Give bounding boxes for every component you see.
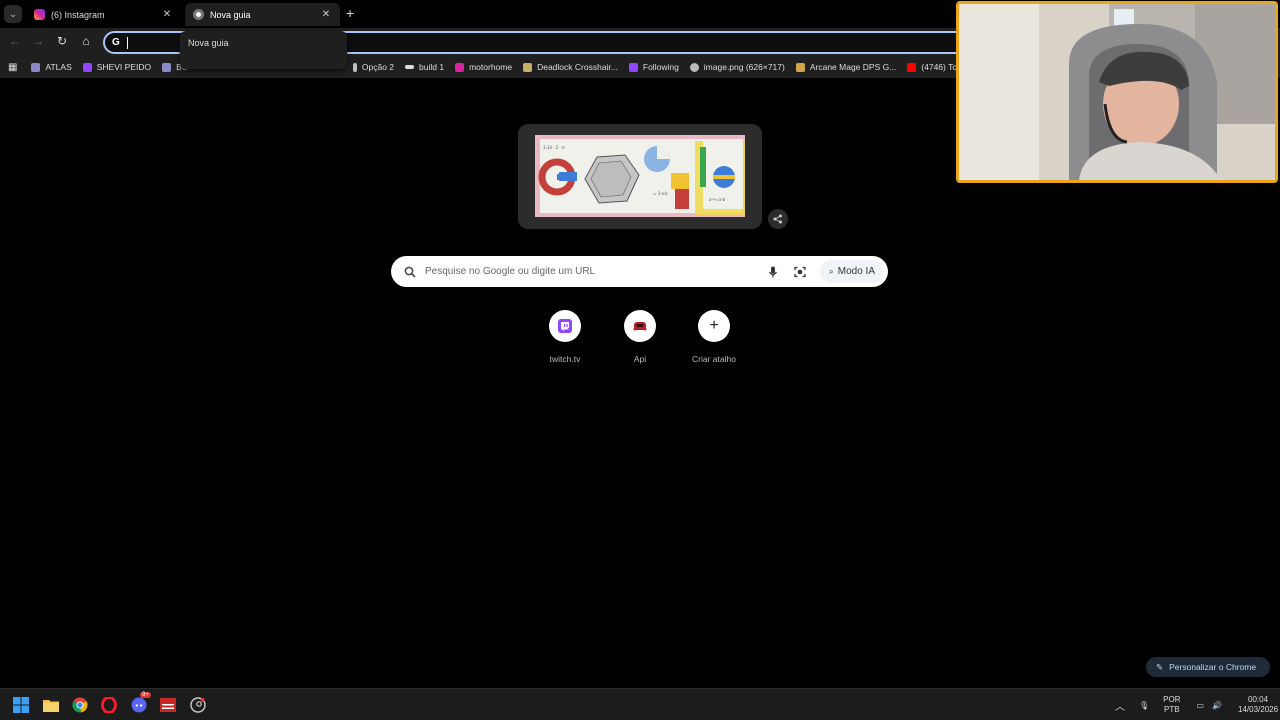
home-icon[interactable]: ⌂ (78, 34, 94, 48)
instagram-icon (34, 9, 45, 20)
api-icon (633, 322, 647, 331)
bookmark-opcao-2[interactable]: Opção 2 (352, 62, 394, 72)
search-input[interactable]: Pesquise no Google ou digite um URL (425, 266, 766, 277)
shortcut-label: twitch.tv (549, 354, 581, 364)
chevron-up-icon[interactable]: ︿ (1115, 698, 1125, 713)
wow-icon (795, 62, 805, 72)
discord-icon[interactable]: 9+ (130, 692, 151, 714)
bookmark-build-1[interactable]: build 1 (405, 62, 444, 72)
steam-icon[interactable] (189, 696, 207, 714)
twitch-icon (558, 319, 572, 333)
notes-app-icon[interactable] (159, 696, 177, 714)
shield-icon (162, 62, 172, 72)
search-icon (404, 266, 416, 278)
bookmark-shevi-peido[interactable]: SHEVI PEIDO (82, 62, 151, 72)
back-icon[interactable]: ← (7, 34, 23, 48)
text-caret (126, 36, 128, 49)
svg-text:= 3·a·b: = 3·a·b (653, 191, 668, 196)
twitch-icon (82, 62, 92, 72)
shortcut-api[interactable]: Api (610, 310, 670, 364)
forward-icon[interactable]: → (30, 34, 46, 48)
tab-instagram[interactable]: (6) Instagram ✕ (26, 3, 181, 26)
shortcut-label: Api (633, 354, 647, 364)
clock[interactable]: 00:04 14/03/2026 (1238, 695, 1278, 715)
volume-icon[interactable]: 🔊 (1212, 701, 1222, 710)
webcam-feed-image (959, 4, 1275, 180)
opera-gx-icon[interactable] (100, 696, 118, 714)
bookmark-motorhome[interactable]: motorhome (455, 62, 512, 72)
customize-chrome-button[interactable]: ✎ Personalizar o Chrome (1146, 657, 1270, 677)
car-icon (405, 65, 415, 69)
bookmark-arcane-mage[interactable]: Arcane Mage DPS G... (795, 62, 896, 72)
tab-nova-guia[interactable]: Nova guia ✕ (185, 3, 340, 26)
microphone-icon[interactable]: 🎙 (1139, 701, 1149, 710)
twitch-icon (628, 62, 638, 72)
google-lens-icon[interactable] (793, 265, 807, 279)
bookmark-atlas[interactable]: ATLAS (31, 62, 72, 72)
close-icon[interactable]: ✕ (161, 9, 173, 20)
ai-mode-button[interactable]: ⌕ Modo IA (819, 260, 884, 283)
taskbar: 9+ ︿ 🎙 POR PTB ▭ 🔊 00:04 14/03/2026 (0, 688, 1280, 720)
warframe-icon (352, 62, 357, 72)
chrome-taskbar-icon[interactable] (71, 696, 89, 714)
file-explorer-icon[interactable] (42, 696, 60, 714)
plus-icon: + (709, 317, 719, 334)
google-doodle-frame[interactable]: 3.14 · 2 · π = 3·a·b a²+√a·b (518, 124, 762, 229)
new-tab-button[interactable]: + (346, 5, 354, 21)
sparkle-search-icon: ⌕ (828, 266, 834, 276)
bookmark-image-png[interactable]: image.png (626×717) (689, 62, 785, 72)
instagram-icon (455, 62, 465, 72)
reload-icon[interactable]: ↻ (54, 34, 70, 48)
bookmark-following[interactable]: Following (628, 62, 679, 72)
globe-icon (689, 62, 699, 72)
shortcut-label: Criar atalho (692, 354, 736, 364)
language-indicator[interactable]: POR PTB (1163, 695, 1180, 715)
google-icon: G (112, 37, 120, 48)
windows-start-icon[interactable] (12, 696, 30, 714)
network-icon[interactable]: ▭ (1197, 701, 1205, 710)
shield-icon (31, 62, 41, 72)
svg-text:3.14 · 2 · π: 3.14 · 2 · π (543, 145, 565, 150)
bookmark-deadlock[interactable]: Deadlock Crosshair... (523, 62, 618, 72)
google-search-box[interactable]: Pesquise no Google ou digite um URL ⌕ Mo… (391, 256, 888, 287)
shortcut-add[interactable]: + Criar atalho (684, 310, 744, 364)
tab-search-button[interactable]: ⌄ (4, 5, 22, 23)
tab-title: (6) Instagram (51, 9, 105, 20)
webcam-overlay (956, 1, 1278, 183)
google-doodle[interactable]: 3.14 · 2 · π = 3·a·b a²+√a·b (535, 135, 745, 217)
system-tray: ︿ 🎙 POR PTB ▭ 🔊 00:04 14/03/2026 (1115, 689, 1278, 720)
chevron-down-icon: ⌄ (9, 8, 17, 19)
discord-badge: 9+ (140, 692, 151, 698)
chrome-icon (193, 9, 204, 20)
close-icon[interactable]: ✕ (320, 9, 332, 20)
pencil-icon: ✎ (1156, 661, 1164, 672)
apps-grid-icon[interactable]: ▦ (8, 62, 17, 73)
microphone-icon[interactable] (766, 265, 780, 279)
youtube-icon (907, 62, 917, 72)
hex-icon (523, 62, 533, 72)
svg-text:a²+√a·b: a²+√a·b (709, 197, 726, 202)
tab-title: Nova guia (210, 9, 251, 20)
share-icon[interactable] (768, 209, 788, 229)
tab-tooltip: Nova guia (180, 31, 347, 69)
shortcut-twitch[interactable]: twitch.tv (535, 310, 595, 364)
